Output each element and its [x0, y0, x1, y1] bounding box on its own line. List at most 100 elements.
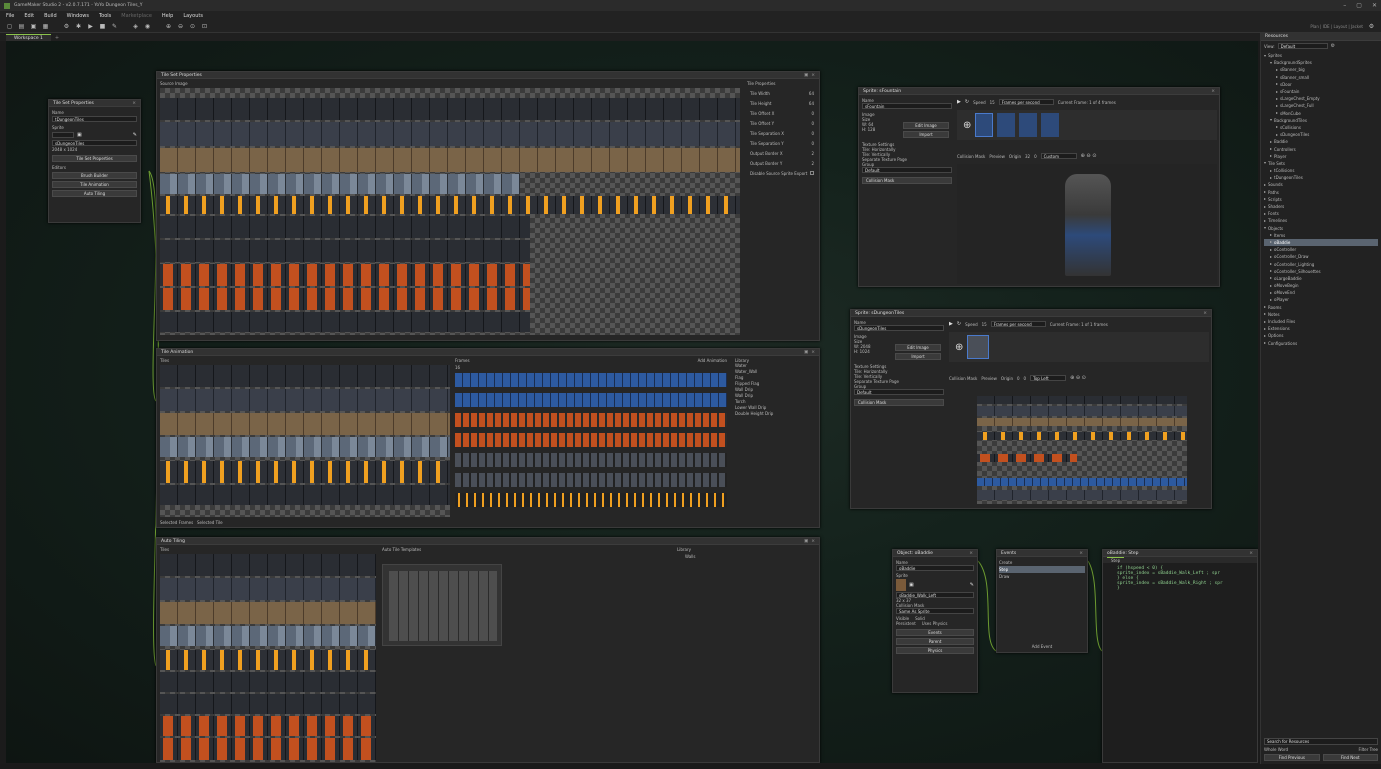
loop-icon[interactable]: ↻ [965, 99, 969, 105]
collapsed-arrow-icon[interactable] [1270, 291, 1272, 294]
name-field[interactable]: sFountain [862, 103, 952, 109]
prop-tile-sep-x[interactable]: Tile Separation X0 [747, 128, 817, 138]
close-icon[interactable]: × [969, 551, 973, 556]
resource-item[interactable]: sMonCube [1264, 110, 1378, 117]
create-exe-icon[interactable]: ◉ [144, 23, 151, 30]
resource-item[interactable]: oController_Lighting [1264, 260, 1378, 267]
new-project-icon[interactable]: ◻ [6, 23, 13, 30]
origin-mode-dropdown[interactable]: Top Left [1030, 375, 1067, 381]
collision-mask-section[interactable]: Collision Mask [854, 399, 944, 406]
add-frame-icon[interactable]: ⊕ [955, 342, 963, 353]
prop-tile-height[interactable]: Tile Height 64 [747, 98, 817, 108]
add-frame-icon[interactable]: ⊕ [963, 120, 971, 131]
collapsed-arrow-icon[interactable] [1276, 133, 1278, 136]
collapsed-arrow-icon[interactable] [1270, 140, 1272, 143]
resource-item[interactable]: Tile Sets [1264, 160, 1378, 167]
sprite-select-icon[interactable]: ▣ [909, 582, 914, 588]
resource-item[interactable]: Sounds [1264, 181, 1378, 188]
panel-header[interactable]: Object: oBaddie × [893, 550, 977, 557]
resource-item[interactable]: Controllers [1264, 145, 1378, 152]
collapsed-arrow-icon[interactable] [1270, 169, 1272, 172]
close-icon[interactable]: × [132, 101, 136, 106]
collapsed-arrow-icon[interactable] [1276, 90, 1278, 93]
collapsed-arrow-icon[interactable] [1264, 306, 1266, 309]
resources-header[interactable]: Resources [1261, 33, 1381, 41]
panel-header[interactable]: Sprite: sDungeonTiles × [851, 310, 1211, 317]
frame-thumbnail[interactable] [1041, 113, 1060, 137]
close-icon[interactable]: × [1203, 311, 1207, 316]
collapsed-arrow-icon[interactable] [1270, 176, 1272, 179]
resource-item[interactable]: oMoveEnd [1264, 289, 1378, 296]
resource-item[interactable]: Baddie [1264, 138, 1378, 145]
find-next-button[interactable]: Find Next [1322, 754, 1378, 761]
speed-value[interactable]: 15 [990, 100, 995, 105]
parent-button[interactable]: Parent [896, 638, 974, 645]
maximize-icon[interactable]: ▣ [804, 539, 808, 544]
save-icon[interactable]: ▣ [30, 23, 37, 30]
resource-item[interactable]: Rooms [1264, 304, 1378, 311]
collision-mask-toggle[interactable]: Collision Mask [957, 154, 985, 159]
frames-strip[interactable]: ⊕ [957, 110, 1217, 140]
animation-row[interactable] [455, 373, 727, 387]
collapsed-arrow-icon[interactable] [1276, 112, 1278, 115]
library-item-walls[interactable]: Walls [685, 554, 695, 559]
expanded-arrow-icon[interactable] [1264, 162, 1266, 165]
close-icon[interactable]: × [811, 73, 815, 78]
close-icon[interactable]: × [811, 350, 815, 355]
maximize-icon[interactable]: ▢ [1356, 2, 1362, 9]
expanded-arrow-icon[interactable] [1270, 61, 1272, 64]
prop-tile-offset-x[interactable]: Tile Offset X0 [747, 108, 817, 118]
resource-item[interactable]: oBaddie [1264, 238, 1378, 247]
resource-item[interactable]: Scripts [1264, 196, 1378, 203]
edit-image-button[interactable]: Edit Image [895, 344, 941, 351]
sprite-dropdown[interactable]: sDungeonTiles [52, 140, 137, 146]
frame-thumbnail[interactable] [975, 113, 994, 137]
collapsed-arrow-icon[interactable] [1264, 320, 1266, 323]
run-icon[interactable]: ▶ [87, 23, 94, 30]
animation-tiles-grid[interactable] [160, 365, 450, 517]
animation-row[interactable] [455, 493, 727, 507]
collapsed-arrow-icon[interactable] [1276, 68, 1278, 71]
settings-icon[interactable]: ⚙ [1331, 43, 1335, 49]
frame-thumbnail[interactable] [997, 113, 1016, 137]
frames-strip[interactable]: ⊕ [949, 332, 1209, 362]
collapsed-arrow-icon[interactable] [1264, 212, 1266, 215]
resource-item[interactable]: Shaders [1264, 203, 1378, 210]
resource-item[interactable]: Objects [1264, 225, 1378, 232]
resource-item[interactable]: tDungeonTiles [1264, 174, 1378, 181]
prop-disable-export[interactable]: Disable Source Sprite Export [747, 168, 817, 178]
expanded-arrow-icon[interactable] [1270, 119, 1272, 122]
collapsed-arrow-icon[interactable] [1264, 342, 1266, 345]
zoom-fit-icon[interactable]: ⊡ [201, 23, 208, 30]
panel-header[interactable]: Sprite: sFountain × [859, 88, 1219, 95]
event-create[interactable]: Create [999, 559, 1085, 566]
workspace-canvas[interactable]: Tile Set Properties × Name tDungeonTiles … [6, 41, 1258, 763]
resource-item[interactable]: sCollisions [1264, 124, 1378, 131]
speed-unit-dropdown[interactable]: Frames per second [998, 99, 1054, 105]
maximize-icon[interactable]: ▣ [804, 350, 808, 355]
collapsed-arrow-icon[interactable] [1264, 327, 1266, 330]
collapsed-arrow-icon[interactable] [1276, 104, 1278, 107]
collapsed-arrow-icon[interactable] [1270, 248, 1272, 251]
settings-gear-icon[interactable]: ⚙ [1368, 23, 1375, 30]
collapsed-arrow-icon[interactable] [1270, 277, 1272, 280]
animation-row[interactable] [455, 393, 727, 407]
collapsed-arrow-icon[interactable] [1270, 155, 1272, 158]
panel-header[interactable]: Events × [997, 550, 1087, 557]
event-step[interactable]: Step [999, 566, 1085, 574]
resource-item[interactable]: oController [1264, 246, 1378, 253]
resource-item[interactable]: BackgroundSprites [1264, 59, 1378, 66]
tab-workspace-1[interactable]: Workspace 1 [6, 34, 51, 41]
resource-item[interactable]: Sprites [1264, 52, 1378, 59]
prop-tile-sep-y[interactable]: Tile Separation Y0 [747, 138, 817, 148]
close-icon[interactable]: × [1249, 551, 1253, 556]
prop-tile-width[interactable]: Tile Width 64 [747, 88, 817, 98]
auto-tiling-tiles-grid[interactable] [160, 554, 376, 762]
menu-edit[interactable]: Edit [24, 13, 34, 19]
resource-item[interactable]: Timelines [1264, 217, 1378, 224]
close-icon[interactable]: × [811, 539, 815, 544]
events-button[interactable]: Events [896, 629, 974, 636]
origin-y[interactable]: 0 [1034, 154, 1037, 159]
auto-tiling-button[interactable]: Auto Tiling [52, 190, 137, 197]
name-field[interactable]: tDungeonTiles [52, 116, 137, 122]
